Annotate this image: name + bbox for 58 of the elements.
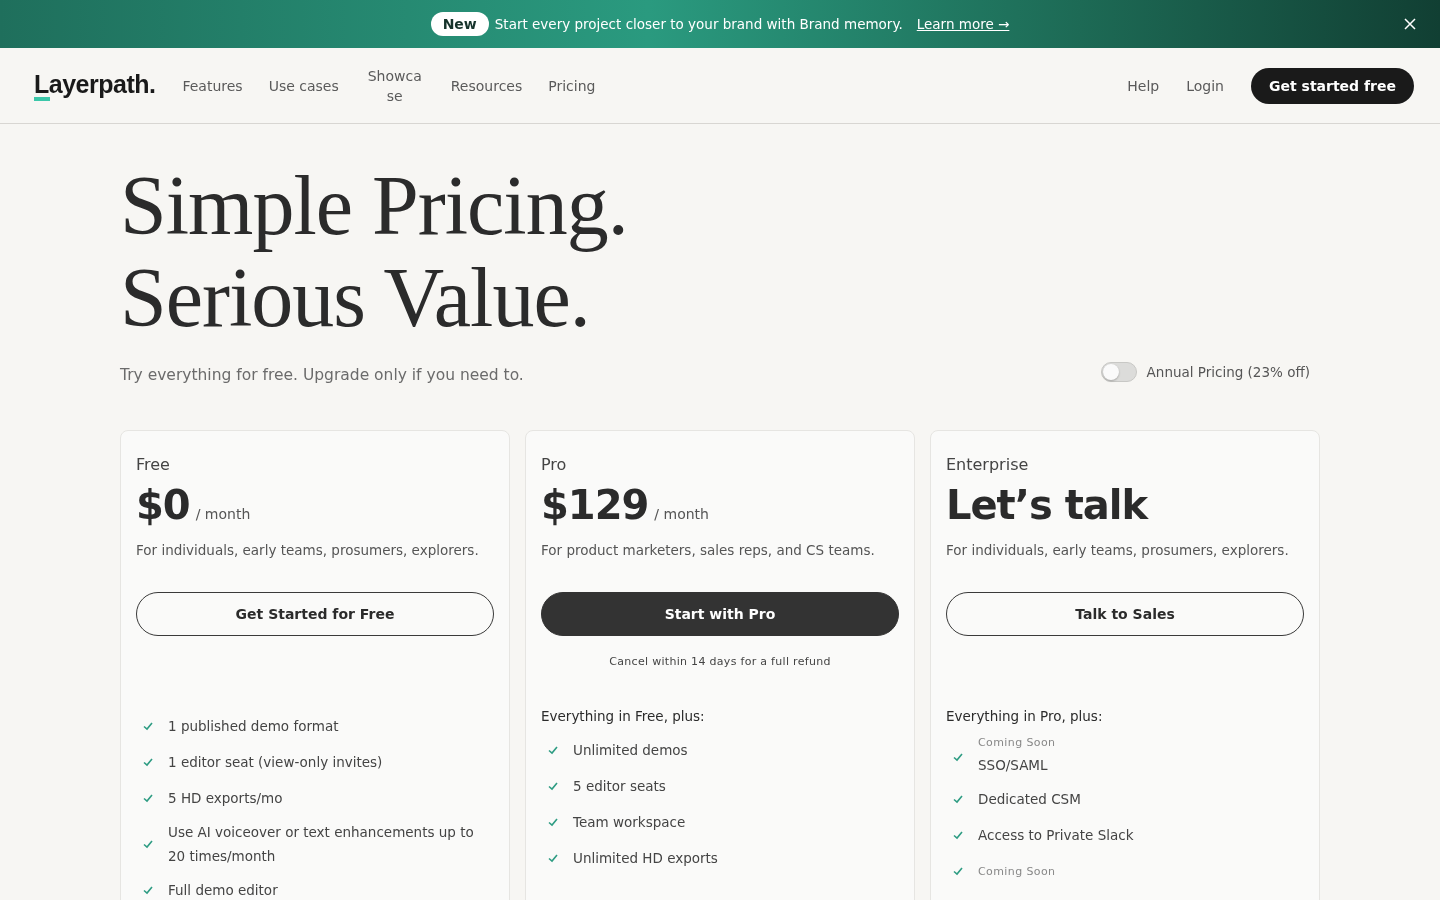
plan-description: For product marketers, sales reps, and CS teams. <box>541 542 876 558</box>
annual-pricing-toggle[interactable] <box>1100 362 1137 382</box>
coming-soon-label: Coming Soon <box>978 736 1056 749</box>
check-icon <box>142 884 154 896</box>
plan-price: $0 <box>136 482 190 528</box>
learn-more-link[interactable]: Learn more → <box>916 16 1010 32</box>
feature-text: 1 published demo format <box>168 717 339 736</box>
hero-subtitle: Try everything for free. Upgrade only if you need to. <box>120 366 524 384</box>
plan-description: For individuals, early teams, prosumers, explorers. <box>136 542 480 558</box>
hero-title: Simple Pricing. <box>120 160 628 252</box>
check-icon <box>142 756 154 768</box>
banner-message: Start every project closer to your brand with Brand memory. <box>494 16 903 32</box>
feature-text: Access to Private Slack <box>978 826 1134 845</box>
plan-price: Let’s talk <box>946 482 1148 528</box>
check-icon <box>952 829 964 841</box>
feature-text: SSO/SAML <box>978 756 1049 775</box>
plan-name: Pro <box>541 455 568 474</box>
check-icon <box>142 720 154 732</box>
check-icon <box>952 793 964 805</box>
close-icon[interactable] <box>1404 18 1416 30</box>
plan-price: $129 <box>541 482 649 528</box>
plan-description: For individuals, early teams, prosumers, explorers. <box>946 542 1290 558</box>
hero-title: Serious Value. <box>120 252 590 344</box>
nav-link[interactable]: Features <box>182 77 243 94</box>
check-icon <box>547 744 559 756</box>
feature-text: Full demo editor <box>168 881 278 900</box>
check-icon <box>547 780 559 792</box>
new-badge: New <box>430 12 489 36</box>
plan-name: Free <box>136 455 171 474</box>
check-icon <box>142 792 154 804</box>
feature-text: Unlimited HD exports <box>573 849 718 868</box>
check-icon <box>547 816 559 828</box>
feature-text: 5 HD exports/mo <box>168 789 283 808</box>
nav-link[interactable]: Pricing <box>548 77 596 94</box>
features-heading: Everything in Free, plus: <box>541 708 706 724</box>
feature-text: Team workspace <box>573 813 686 832</box>
nav-link[interactable]: Use cases <box>268 77 339 94</box>
check-icon <box>952 865 964 877</box>
check-icon <box>142 838 154 850</box>
plan-name: Enterprise <box>946 455 1030 474</box>
nav-link[interactable]: Resources <box>450 77 523 94</box>
get-started-button[interactable]: Get started free <box>1251 67 1414 104</box>
nav-link[interactable]: Help <box>1127 77 1160 94</box>
feature-text: Dedicated CSM <box>978 790 1081 809</box>
price-period: / month <box>654 506 709 522</box>
check-icon <box>547 852 559 864</box>
plan-button[interactable]: Start with Pro <box>541 592 899 636</box>
features-heading: Everything in Pro, plus: <box>946 708 1104 724</box>
feature-text: Unlimited demos <box>573 741 688 760</box>
feature-text: 5 editor seats <box>573 777 666 796</box>
feature-text: 1 editor seat (view-only invites) <box>168 753 383 772</box>
nav-link[interactable]: Showcase <box>364 65 425 106</box>
nav-link[interactable]: Login <box>1186 77 1224 94</box>
refund-note: Cancel within 14 days for a full refund <box>608 655 832 668</box>
coming-soon-label: Coming Soon <box>978 864 1056 878</box>
feature-text: Use AI voiceover or text enhancements up to 20 times/month <box>168 823 475 866</box>
toggle-label: Annual Pricing (23% off) <box>1146 364 1310 380</box>
price-period: / month <box>195 506 251 522</box>
